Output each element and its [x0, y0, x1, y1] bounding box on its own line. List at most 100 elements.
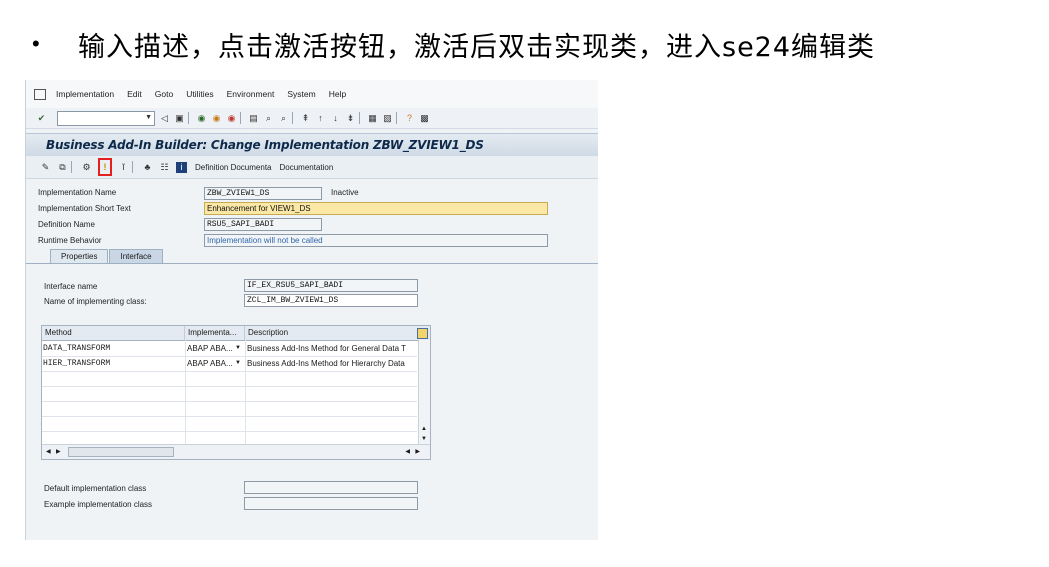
interface-name-label: Interface name [44, 282, 98, 291]
back-icon[interactable]: ◉ [196, 113, 207, 124]
help-icon[interactable]: ? [404, 113, 415, 124]
methods-table: Method Implementa... Description DATA_TR… [41, 325, 431, 460]
separator [240, 112, 241, 124]
standard-toolbar: ✔ ▼ ◁ ▣ ◉ ◉ ◉ ▤ ⌕ ⌕ ⇞ ↑ ↓ ⇟ ▦ ▧ ? ▩ [26, 108, 598, 129]
scroll-left-icon[interactable]: ◀ [405, 448, 410, 455]
documentation-button[interactable]: Documentation [279, 163, 333, 172]
first-page-icon[interactable]: ⇞ [300, 113, 311, 124]
display-change-icon[interactable]: ✎ [40, 162, 51, 173]
back-arrow-icon[interactable]: ◁ [159, 113, 170, 124]
interface-name-field[interactable]: IF_EX_RSU5_SAPI_BADI [244, 279, 418, 292]
implementing-class-field[interactable]: ZCL_IM_BW_ZVIEW1_DS [244, 294, 418, 307]
check-icon[interactable]: ⚙ [81, 162, 92, 173]
where-used-icon[interactable]: ☷ [159, 162, 170, 173]
column-description[interactable]: Description [244, 326, 418, 340]
table-row-empty [42, 386, 417, 402]
method-description: Business Add-Ins Method for Hierarchy Da… [247, 359, 405, 368]
table-row-empty [42, 401, 417, 417]
chevron-down-icon[interactable]: ▼ [235, 341, 244, 356]
deactivate-icon[interactable]: ĭ [118, 162, 129, 173]
new-session-icon[interactable]: ▦ [367, 113, 378, 124]
table-row[interactable]: HIER_TRANSFORM ABAP ABA... ▼ Business Ad… [42, 356, 417, 372]
tab-properties[interactable]: Properties [50, 249, 109, 264]
tab-interface[interactable]: Interface [109, 249, 163, 264]
default-impl-class-field[interactable] [244, 481, 418, 494]
separator [396, 112, 397, 124]
save-icon[interactable]: ▣ [174, 113, 185, 124]
system-menu-icon[interactable] [34, 88, 46, 100]
vertical-scrollbar[interactable]: ▲ ▼ [418, 340, 430, 444]
definition-name-label: Definition Name [38, 220, 95, 229]
runtime-behavior-label: Runtime Behavior [38, 236, 102, 245]
chevron-down-icon[interactable]: ▼ [145, 114, 152, 121]
menu-utilities[interactable]: Utilities [186, 89, 213, 99]
shortcut-icon[interactable]: ▧ [382, 113, 393, 124]
horizontal-scrollbar[interactable]: ◀ ▶ ◀ ▶ [42, 444, 430, 459]
separator [188, 112, 189, 124]
slide-text: 输入描述，点击激活按钮，激活后双击实现类，进入se24编辑类 [78, 31, 876, 63]
info-icon[interactable]: i [176, 161, 187, 173]
find-icon[interactable]: ⌕ [263, 113, 274, 124]
menu-edit[interactable]: Edit [127, 89, 142, 99]
short-text-input[interactable]: Enhancement for VIEW1_DS [204, 202, 548, 215]
menu-environment[interactable]: Environment [227, 89, 275, 99]
tab-strip: Properties Interface [34, 248, 164, 264]
command-field[interactable]: ▼ [57, 110, 155, 126]
impl-name-label: Implementation Name [38, 188, 117, 197]
application-toolbar: ✎ ⧉ ⚙ ! ĭ ♣ ☷ i Definition Documenta Doc… [26, 156, 598, 179]
bullet: • [32, 31, 40, 56]
scroll-up-icon[interactable]: ▲ [421, 426, 427, 432]
layout-icon[interactable]: ▩ [419, 113, 430, 124]
separator [71, 161, 72, 173]
table-header: Method Implementa... Description [42, 326, 430, 341]
activate-button[interactable]: ! [98, 158, 112, 176]
separator [292, 112, 293, 124]
chevron-down-icon[interactable]: ▼ [235, 356, 244, 371]
default-impl-class-label: Default implementation class [44, 484, 147, 493]
column-implementation[interactable]: Implementa... [184, 326, 246, 340]
separator [359, 112, 360, 124]
enter-icon[interactable]: ✔ [36, 113, 47, 124]
exit-icon[interactable]: ◉ [211, 113, 222, 124]
table-row-empty [42, 416, 417, 432]
short-text-label: Implementation Short Text [38, 204, 131, 213]
find-next-icon[interactable]: ⌕ [278, 113, 289, 124]
implementing-class-label: Name of implementing class: [44, 297, 147, 306]
menu-goto[interactable]: Goto [155, 89, 173, 99]
scroll-left-icon[interactable]: ◀ [46, 448, 51, 455]
method-name[interactable]: HIER_TRANSFORM [43, 356, 183, 371]
activate-icon: ! [103, 162, 107, 172]
menu-implementation[interactable]: Implementation [56, 89, 114, 99]
definition-documentation-button[interactable]: Definition Documenta [195, 163, 271, 172]
implementation-type[interactable]: ABAP ABA... [187, 356, 235, 371]
runtime-behavior-field: Implementation will not be called [204, 234, 548, 247]
tab-divider [26, 263, 598, 264]
example-impl-class-label: Example implementation class [44, 500, 153, 509]
screen-title-bar: Business Add-In Builder: Change Implemen… [26, 133, 598, 157]
scroll-thumb[interactable] [68, 447, 174, 457]
print-icon[interactable]: ▤ [248, 113, 259, 124]
example-impl-class-field[interactable] [244, 497, 418, 510]
table-row[interactable]: DATA_TRANSFORM ABAP ABA... ▼ Business Ad… [42, 341, 417, 357]
table-row-empty [42, 371, 417, 387]
column-settings-icon[interactable] [417, 328, 428, 339]
last-page-icon[interactable]: ⇟ [345, 113, 356, 124]
definition-name-field[interactable]: RSU5_SAPI_BADI [204, 218, 322, 231]
scroll-right-icon[interactable]: ▶ [56, 448, 61, 455]
scroll-right-icon[interactable]: ▶ [415, 448, 420, 455]
other-object-icon[interactable]: ⧉ [57, 162, 68, 173]
previous-page-icon[interactable]: ↑ [315, 113, 326, 124]
menu-help[interactable]: Help [329, 89, 346, 99]
status-text: Inactive [331, 188, 359, 197]
impl-name-field[interactable]: ZBW_ZVIEW1_DS [204, 187, 322, 200]
column-method[interactable]: Method [42, 326, 185, 340]
menu-system[interactable]: System [287, 89, 315, 99]
hierarchy-icon[interactable]: ♣ [142, 162, 153, 173]
scroll-down-icon[interactable]: ▼ [421, 436, 427, 442]
menu-bar: Implementation Edit Goto Utilities Envir… [26, 80, 598, 108]
implementation-type[interactable]: ABAP ABA... [187, 341, 235, 356]
cancel-icon[interactable]: ◉ [226, 113, 237, 124]
method-name[interactable]: DATA_TRANSFORM [43, 341, 183, 356]
next-page-icon[interactable]: ↓ [330, 113, 341, 124]
page-title: Business Add-In Builder: Change Implemen… [46, 138, 484, 152]
